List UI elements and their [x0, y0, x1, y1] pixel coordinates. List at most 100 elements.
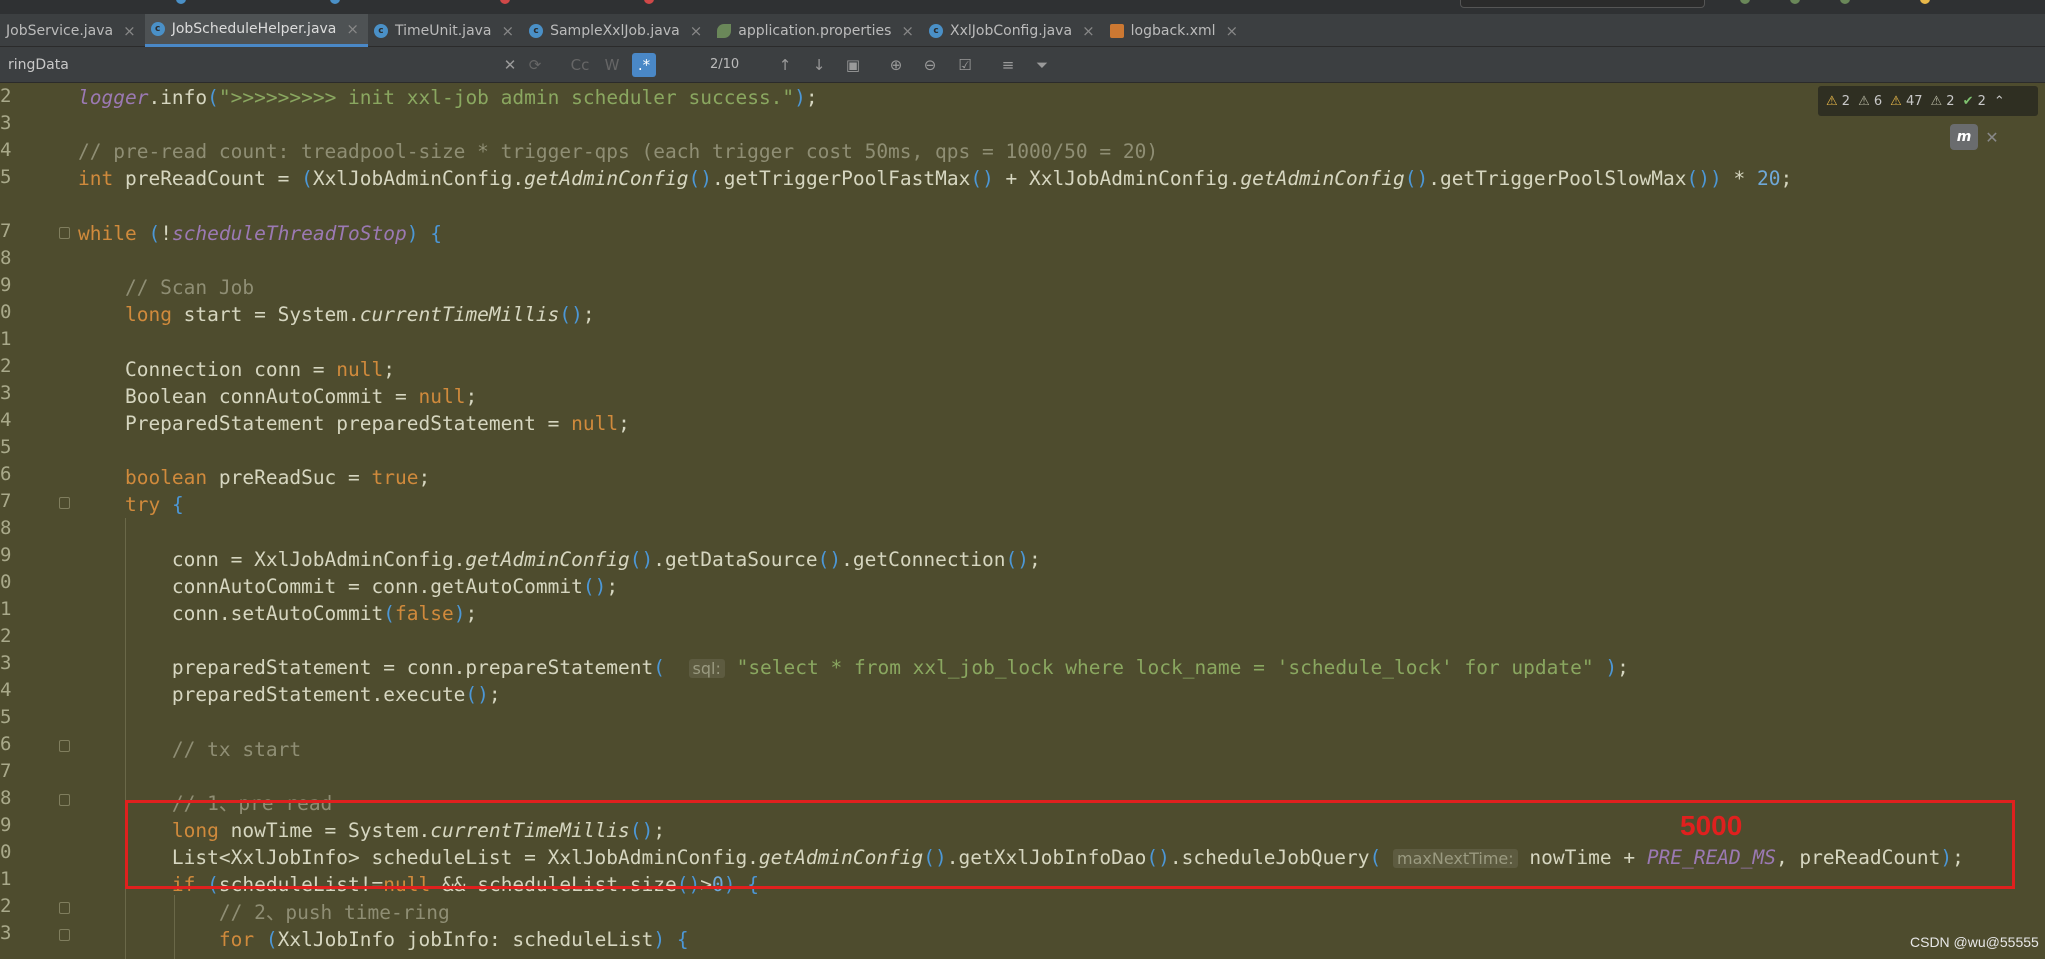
tab-timeunit[interactable]: c TimeUnit.java ×: [368, 14, 523, 47]
add-occurrence-icon[interactable]: ⊕: [886, 55, 906, 75]
close-icon[interactable]: ✕: [1982, 124, 2002, 150]
line-number: 3: [0, 652, 12, 674]
tab-label: XxlJobConfig.java: [950, 22, 1073, 39]
fold-icon[interactable]: [59, 740, 70, 752]
close-icon[interactable]: ×: [1082, 22, 1095, 40]
remove-occurrence-icon[interactable]: ⊖: [920, 55, 940, 75]
line-number-gutter[interactable]: 2 3 4 5 7 8 9 0 1 2 3 4 5 6 7 8 9 0 1 2 …: [0, 84, 78, 959]
close-icon[interactable]: ×: [502, 22, 515, 40]
line-number: 0: [0, 301, 12, 323]
tab-label: JobService.java: [6, 22, 114, 39]
code-line[interactable]: conn.setAutoCommit(false);: [78, 600, 477, 627]
regex-toggle[interactable]: .*: [632, 53, 656, 77]
code-line[interactable]: // pre-read count: treadpool-size * trig…: [78, 138, 1158, 165]
line-number: 6: [0, 463, 12, 485]
fold-icon[interactable]: [59, 227, 70, 239]
match-case-toggle[interactable]: Cc: [568, 55, 592, 75]
code-line[interactable]: Connection conn = null;: [78, 356, 395, 383]
chevron-up-icon[interactable]: ⌃: [1994, 94, 2005, 109]
annotation-label: 5000: [1680, 810, 1743, 841]
close-icon[interactable]: ×: [901, 22, 914, 40]
java-class-icon: c: [150, 22, 165, 36]
arrow-down-icon[interactable]: ↓: [810, 55, 828, 75]
code-line[interactable]: // tx start: [78, 736, 301, 763]
line-number: 9: [0, 274, 12, 296]
java-class-icon: c: [373, 23, 388, 38]
mybatis-plugin-icon[interactable]: m: [1950, 124, 1978, 150]
java-class-icon: c: [929, 23, 943, 38]
inspection-widget[interactable]: ⚠ 2 ⚠ 6 ⚠ 47 ⚠ 2 ✔ 2 ⌃: [1818, 86, 2038, 116]
inspection-weak-warnings[interactable]: ⚠ 47: [1890, 94, 1922, 109]
line-number: 4: [0, 409, 12, 431]
filter-lines-icon[interactable]: ≡: [998, 55, 1018, 75]
close-icon[interactable]: ×: [690, 22, 703, 40]
code-line[interactable]: long start = System.currentTimeMillis();: [78, 301, 595, 328]
select-all-occurrences-icon[interactable]: ☑: [954, 55, 976, 75]
code-line[interactable]: // Scan Job: [78, 274, 254, 301]
tab-xxljobconfig[interactable]: c XxlJobConfig.java ×: [923, 14, 1104, 47]
line-number: 2: [0, 895, 12, 917]
run-icon[interactable]: [176, 0, 186, 4]
close-icon[interactable]: ×: [1226, 22, 1239, 40]
coverage-icon[interactable]: [1840, 0, 1850, 4]
editor-tab-bar: JobService.java × c JobScheduleHelper.ja…: [0, 14, 2045, 47]
fold-icon[interactable]: [59, 929, 70, 941]
whole-words-toggle[interactable]: W: [602, 55, 622, 75]
line-number: 9: [0, 814, 12, 836]
line-number: 1: [0, 868, 12, 890]
code-line[interactable]: Boolean connAutoCommit = null;: [78, 383, 477, 410]
record-icon[interactable]: [644, 0, 654, 4]
code-line[interactable]: PreparedStatement preparedStatement = nu…: [78, 410, 630, 437]
find-history-icon[interactable]: ⟳: [526, 55, 544, 75]
code-line[interactable]: while (!scheduleThreadToStop) {: [78, 220, 442, 247]
code-line[interactable]: for (XxlJobInfo jobInfo: scheduleList) {: [78, 926, 689, 953]
line-number: 2: [0, 625, 12, 647]
close-icon[interactable]: ×: [346, 20, 359, 38]
line-number: 7: [0, 760, 12, 782]
tab-label: SampleXxlJob.java: [550, 22, 680, 39]
code-line[interactable]: // 2、push time-ring: [78, 899, 450, 926]
line-number: 5: [0, 436, 12, 458]
line-number: 3: [0, 382, 12, 404]
build-icon[interactable]: [1740, 0, 1750, 4]
open-in-window-icon[interactable]: ▣: [844, 55, 862, 75]
search-everywhere-field[interactable]: [1460, 0, 1705, 8]
clear-search-icon[interactable]: ✕: [502, 55, 518, 75]
find-input[interactable]: [8, 55, 508, 75]
filter-icon[interactable]: ⏷: [1032, 55, 1052, 75]
rerun-icon[interactable]: [1790, 0, 1800, 4]
top-toolbar-strip: [0, 0, 2045, 14]
code-line[interactable]: logger.info(">>>>>>>>> init xxl-job admi…: [78, 84, 818, 111]
vcs-icon[interactable]: [1920, 0, 1930, 4]
line-number: 7: [0, 220, 12, 242]
fold-icon[interactable]: [59, 497, 70, 509]
tab-application-properties[interactable]: application.properties ×: [711, 14, 923, 47]
code-line[interactable]: try {: [78, 491, 184, 518]
stop-icon[interactable]: [500, 0, 510, 4]
close-icon[interactable]: ×: [123, 22, 136, 40]
tab-jobschedulehelper[interactable]: c JobScheduleHelper.java ×: [144, 14, 368, 47]
tab-label: JobScheduleHelper.java: [171, 21, 337, 37]
inspection-ok[interactable]: ✔ 2: [1963, 94, 1986, 109]
tab-jobservice[interactable]: JobService.java ×: [0, 14, 145, 47]
inspection-warnings[interactable]: ⚠ 6: [1858, 94, 1882, 109]
find-bar: ✕ ⟳ Cc W .* 2/10 ↑ ↓ ▣ ⊕ ⊖ ☑ ≡ ⏷: [0, 47, 2045, 83]
line-number: 5: [0, 166, 12, 188]
tab-samplexxljob[interactable]: c SampleXxlJob.java ×: [523, 14, 711, 47]
code-line[interactable]: connAutoCommit = conn.getAutoCommit();: [78, 573, 618, 600]
fold-icon[interactable]: [59, 794, 70, 806]
arrow-up-icon[interactable]: ↑: [776, 55, 794, 75]
code-line[interactable]: int preReadCount = (XxlJobAdminConfig.ge…: [78, 165, 1792, 192]
tab-label: application.properties: [738, 22, 892, 39]
code-line[interactable]: preparedStatement = conn.prepareStatemen…: [78, 654, 1629, 681]
inspection-errors[interactable]: ⚠ 2: [1826, 94, 1850, 109]
code-line[interactable]: preparedStatement.execute();: [78, 681, 501, 708]
code-line[interactable]: conn = XxlJobAdminConfig.getAdminConfig(…: [78, 546, 1041, 573]
inspection-typos[interactable]: ⚠ 2: [1931, 94, 1955, 109]
fold-icon[interactable]: [59, 902, 70, 914]
line-number: 8: [0, 247, 12, 269]
code-line[interactable]: boolean preReadSuc = true;: [78, 464, 430, 491]
tab-logback-xml[interactable]: logback.xml ×: [1104, 14, 1247, 47]
debug-icon[interactable]: [330, 0, 340, 4]
line-number: 5: [0, 706, 12, 728]
